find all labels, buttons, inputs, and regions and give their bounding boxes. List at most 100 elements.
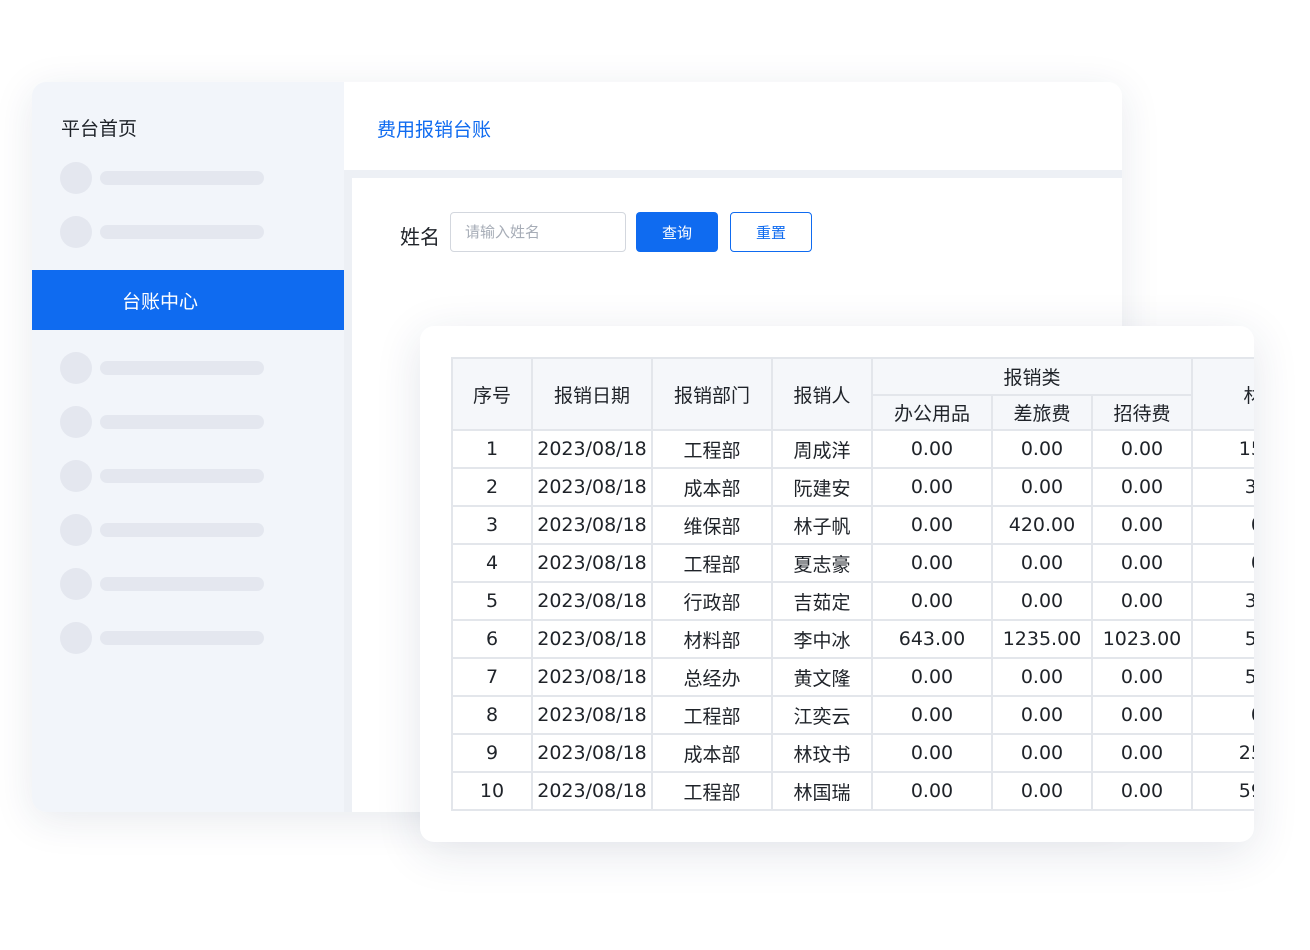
cell-person: 林国瑞 [771, 771, 873, 811]
page-title-tab[interactable]: 费用报销台账 [377, 115, 491, 142]
placeholder-label [100, 631, 264, 645]
cell-entertainment: 0.00 [1091, 467, 1193, 507]
cell-department: 工程部 [651, 429, 773, 469]
placeholder-label [100, 523, 264, 537]
sidebar-placeholder-item[interactable] [60, 352, 296, 384]
cell-travel: 0.00 [991, 733, 1093, 773]
table-row: 8 2023/08/18 工程部 江奕云 0.00 0.00 0.00 0.00 [451, 695, 1254, 735]
cell-office: 643.00 [871, 619, 993, 659]
cell-index: 5 [451, 581, 533, 621]
cell-date: 2023/08/18 [531, 543, 653, 583]
column-header-index: 序号 [451, 357, 533, 431]
placeholder-label [100, 469, 264, 483]
name-search-input[interactable] [450, 212, 626, 252]
expense-ledger-table: 序号 报销日期 报销部门 报销人 报销类 材料费 办公用品 差旅费 招待费 1 … [451, 357, 1254, 811]
cell-entertainment: 0.00 [1091, 695, 1193, 735]
cell-date: 2023/08/18 [531, 619, 653, 659]
sidebar-item-ledger-center[interactable]: 台账中心 [32, 270, 344, 330]
placeholder-icon [60, 406, 92, 438]
column-group-header-category: 报销类 [871, 357, 1193, 396]
cell-travel: 0.00 [991, 657, 1093, 697]
placeholder-label [100, 361, 264, 375]
cell-material: 50.00 [1191, 657, 1254, 697]
cell-index: 2 [451, 467, 533, 507]
placeholder-label [100, 415, 264, 429]
cell-material: 0.00 [1191, 543, 1254, 583]
cell-office: 0.00 [871, 429, 993, 469]
content-header: 费用报销台账 [344, 82, 1122, 170]
cell-person: 吉茹定 [771, 581, 873, 621]
cell-index: 4 [451, 543, 533, 583]
cell-date: 2023/08/18 [531, 657, 653, 697]
placeholder-icon [60, 216, 92, 248]
placeholder-icon [60, 568, 92, 600]
cell-travel: 0.00 [991, 429, 1093, 469]
column-header-material: 材料费 [1191, 357, 1254, 431]
table-row: 7 2023/08/18 总经办 黄文隆 0.00 0.00 0.00 50.0… [451, 657, 1254, 697]
cell-office: 0.00 [871, 505, 993, 545]
ledger-table-card: 序号 报销日期 报销部门 报销人 报销类 材料费 办公用品 差旅费 招待费 1 … [420, 326, 1254, 842]
sidebar-placeholder-item[interactable] [60, 162, 296, 194]
table-row: 5 2023/08/18 行政部 吉茹定 0.00 0.00 0.00 30.0… [451, 581, 1254, 621]
sidebar-home-link[interactable]: 平台首页 [61, 114, 137, 141]
cell-date: 2023/08/18 [531, 467, 653, 507]
cell-entertainment: 0.00 [1091, 581, 1193, 621]
cell-index: 9 [451, 733, 533, 773]
cell-person: 夏志豪 [771, 543, 873, 583]
sidebar-item-label: 台账中心 [122, 291, 199, 313]
sidebar-placeholder-item[interactable] [60, 514, 296, 546]
cell-entertainment: 0.00 [1091, 543, 1193, 583]
cell-department: 成本部 [651, 733, 773, 773]
cell-travel: 0.00 [991, 467, 1093, 507]
sidebar-placeholder-item[interactable] [60, 460, 296, 492]
cell-material: 30.00 [1191, 581, 1254, 621]
sidebar-placeholder-item[interactable] [60, 568, 296, 600]
cell-material: 50.00 [1191, 619, 1254, 659]
cell-travel: 0.00 [991, 771, 1093, 811]
column-header-date: 报销日期 [531, 357, 653, 431]
cell-material: 590.00 [1191, 771, 1254, 811]
cell-index: 1 [451, 429, 533, 469]
name-filter-label: 姓名 [400, 225, 440, 249]
cell-department: 工程部 [651, 771, 773, 811]
cell-material: 34.00 [1191, 467, 1254, 507]
cell-date: 2023/08/18 [531, 771, 653, 811]
placeholder-icon [60, 162, 92, 194]
cell-entertainment: 0.00 [1091, 733, 1193, 773]
cell-travel: 0.00 [991, 695, 1093, 735]
cell-person: 黄文隆 [771, 657, 873, 697]
cell-department: 材料部 [651, 619, 773, 659]
sidebar: 平台首页 台账中心 [32, 82, 344, 812]
cell-person: 李中冰 [771, 619, 873, 659]
cell-date: 2023/08/18 [531, 505, 653, 545]
sidebar-placeholder-item[interactable] [60, 216, 296, 248]
table-scroll-area[interactable]: 序号 报销日期 报销部门 报销人 报销类 材料费 办公用品 差旅费 招待费 1 … [451, 357, 1254, 811]
cell-entertainment: 0.00 [1091, 657, 1193, 697]
cell-office: 0.00 [871, 657, 993, 697]
cell-office: 0.00 [871, 695, 993, 735]
cell-person: 阮建安 [771, 467, 873, 507]
column-header-travel: 差旅费 [991, 394, 1093, 431]
cell-office: 0.00 [871, 581, 993, 621]
table-row: 1 2023/08/18 工程部 周成洋 0.00 0.00 0.00 157.… [451, 429, 1254, 469]
reset-button[interactable]: 重置 [730, 212, 812, 252]
placeholder-icon [60, 622, 92, 654]
sidebar-placeholder-item[interactable] [60, 406, 296, 438]
cell-office: 0.00 [871, 771, 993, 811]
column-header-department: 报销部门 [651, 357, 773, 431]
cell-date: 2023/08/18 [531, 429, 653, 469]
cell-department: 行政部 [651, 581, 773, 621]
cell-person: 周成洋 [771, 429, 873, 469]
sidebar-placeholder-item[interactable] [60, 622, 296, 654]
query-button[interactable]: 查询 [636, 212, 718, 252]
cell-material: 157.00 [1191, 429, 1254, 469]
cell-travel: 1235.00 [991, 619, 1093, 659]
cell-entertainment: 0.00 [1091, 429, 1193, 469]
table-row: 4 2023/08/18 工程部 夏志豪 0.00 0.00 0.00 0.00 [451, 543, 1254, 583]
cell-material: 0.00 [1191, 695, 1254, 735]
cell-office: 0.00 [871, 467, 993, 507]
cell-entertainment: 0.00 [1091, 505, 1193, 545]
cell-index: 6 [451, 619, 533, 659]
cell-index: 8 [451, 695, 533, 735]
cell-person: 林玟书 [771, 733, 873, 773]
